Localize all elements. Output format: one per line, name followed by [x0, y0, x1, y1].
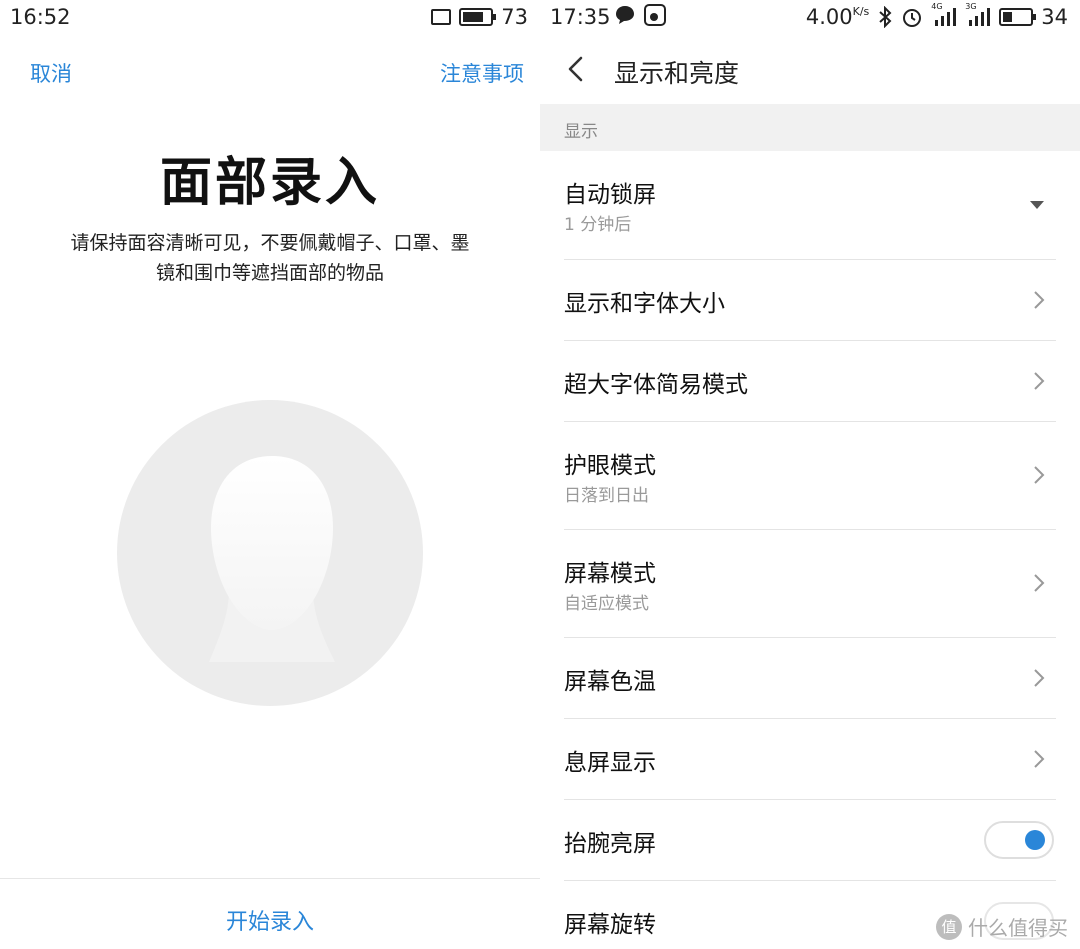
section-header: 显示: [540, 104, 1080, 151]
alarm-icon: [903, 9, 922, 27]
chevron-right-icon: [1034, 372, 1045, 390]
instruction-text: 请保持面容清晰可见，不要佩戴帽子、口罩、墨镜和围巾等遮挡面部的物品: [70, 232, 470, 284]
header: 显示和亮度: [540, 34, 1080, 104]
setting-row-display-font-size[interactable]: 显示和字体大小: [540, 260, 1080, 341]
start-enroll-button[interactable]: 开始录入: [0, 904, 540, 936]
raise-to-wake-toggle[interactable]: [984, 821, 1054, 859]
network-speed: 4.00K/s: [805, 5, 870, 29]
setting-row-always-on-display[interactable]: 息屏显示: [540, 719, 1080, 800]
status-time: 17:35: [550, 5, 611, 29]
signal-4g-icon: 4G: [931, 2, 957, 28]
battery-icon: [459, 8, 497, 26]
weibo-icon: [644, 4, 666, 26]
battery-icon: [999, 8, 1037, 26]
watermark: 值 什么值得买: [936, 912, 1068, 941]
chevron-right-icon: [1034, 669, 1045, 687]
screen-frame-icon: [431, 9, 452, 25]
page-title: 显示和亮度: [614, 59, 740, 88]
setting-row-raise-to-wake: 抬腕亮屏: [540, 800, 1080, 881]
status-time: 16:52: [10, 5, 71, 29]
chevron-right-icon: [1034, 574, 1045, 592]
back-arrow-icon[interactable]: [560, 52, 594, 86]
setting-value: 自适应模式: [564, 594, 649, 614]
battery-percent: 73: [501, 5, 528, 29]
bluetooth-icon: [879, 6, 892, 28]
setting-label: 超大字体简易模式: [564, 372, 748, 398]
watermark-logo-icon: 值: [936, 913, 962, 940]
page-title: 面部录入: [159, 153, 380, 213]
chevron-right-icon: [1034, 466, 1045, 484]
chevron-right-icon: [1034, 291, 1045, 309]
setting-label: 息屏显示: [564, 750, 656, 776]
status-bar: 16:52 73: [0, 0, 540, 34]
setting-label: 屏幕色温: [564, 669, 656, 695]
battery-percent: 34: [1041, 5, 1068, 29]
status-bar: 17:35 4.00K/s 4G 3G 34: [540, 0, 1080, 34]
setting-label: 自动锁屏: [564, 182, 656, 208]
setting-row-color-temperature[interactable]: 屏幕色温: [540, 638, 1080, 719]
setting-label: 显示和字体大小: [564, 291, 725, 317]
setting-row-screen-mode[interactable]: 屏幕模式 自适应模式: [540, 530, 1080, 638]
setting-value: 1 分钟后: [564, 215, 632, 235]
setting-row-auto-lock[interactable]: 自动锁屏 1 分钟后: [540, 151, 1080, 260]
setting-label: 护眼模式: [564, 453, 656, 479]
setting-label: 屏幕旋转: [564, 912, 656, 938]
dropdown-caret-icon[interactable]: [1030, 201, 1044, 209]
setting-label: 抬腕亮屏: [564, 831, 656, 857]
signal-3g-icon: 3G: [965, 2, 991, 28]
cancel-button[interactable]: 取消: [30, 58, 72, 88]
setting-row-large-font-mode[interactable]: 超大字体简易模式: [540, 341, 1080, 422]
head-silhouette-icon: [209, 456, 335, 662]
setting-value: 日落到日出: [564, 486, 649, 506]
message-icon: [616, 6, 634, 24]
display-brightness-screen: 17:35 4.00K/s 4G 3G 34 显示和亮度 显示 自动锁屏 1 分…: [540, 0, 1080, 949]
face-enroll-screen: 16:52 73 取消 注意事项 面部录入 请保持面容清晰可见，不要佩戴帽子、口…: [0, 0, 540, 949]
chevron-right-icon: [1034, 750, 1045, 768]
setting-label: 屏幕模式: [564, 561, 656, 587]
setting-row-eye-care[interactable]: 护眼模式 日落到日出: [540, 422, 1080, 530]
notice-link[interactable]: 注意事项: [440, 58, 524, 88]
face-placeholder: [117, 400, 423, 706]
